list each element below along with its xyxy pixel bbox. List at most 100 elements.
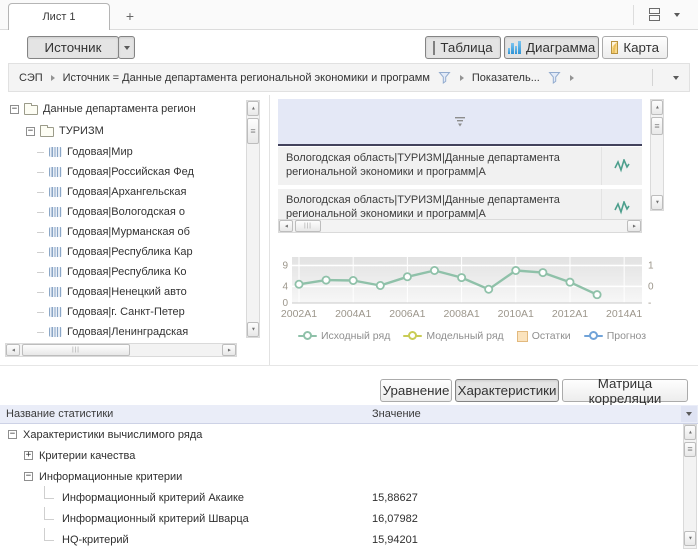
chevron-down-icon xyxy=(686,412,692,416)
tree-item[interactable]: Годовая|Вологодская о xyxy=(0,202,245,222)
tree-item-label: Годовая|г. Санкт-Петер xyxy=(67,306,185,318)
source-button[interactable]: Источник xyxy=(27,36,119,59)
scroll-left-button[interactable] xyxy=(6,344,20,356)
tree-vertical-scrollbar[interactable] xyxy=(246,100,260,338)
timeseries-icon xyxy=(49,227,62,237)
tree-item[interactable]: Годовая|Ленинградская xyxy=(0,322,245,340)
stats-row[interactable]: Информационный критерий Шварца 16,07982 xyxy=(0,508,680,529)
map-view-button[interactable]: Карта xyxy=(602,36,668,59)
tree-item[interactable]: Годовая|Мурманская об xyxy=(0,222,245,242)
stats-row-value: 16,07982 xyxy=(372,513,418,525)
breadcrumb-source-filter[interactable]: Источник = Данные департамента региональ… xyxy=(63,72,430,84)
tab-equation[interactable]: Уравнение xyxy=(380,379,452,402)
bar-chart-icon xyxy=(508,41,521,54)
new-sheet-button[interactable]: + xyxy=(118,5,142,27)
timeseries-chart[interactable]: 94010-2002A12004A12006A12008A12010A12012… xyxy=(274,250,670,324)
scroll-up-button[interactable] xyxy=(651,100,663,115)
table-view-button[interactable]: Таблица xyxy=(425,36,501,59)
tree-node-group[interactable]: ТУРИЗМ xyxy=(0,120,245,142)
series-row[interactable]: Вологодская область|ТУРИЗМ|Данные департ… xyxy=(278,147,642,185)
data-point xyxy=(566,279,573,286)
column-header-value[interactable]: Значение xyxy=(372,408,421,420)
scroll-right-button[interactable] xyxy=(627,220,641,232)
stats-vertical-scrollbar[interactable] xyxy=(683,424,697,549)
tab-correlation-matrix[interactable]: Матрица корреляции xyxy=(562,379,688,402)
timeseries-icon xyxy=(49,187,62,197)
tree-item[interactable]: Годовая|Ненецкий авто xyxy=(0,282,245,302)
legend-item[interactable]: Модельный ряд xyxy=(403,330,503,342)
filter-funnel-icon[interactable] xyxy=(438,71,452,84)
stats-row[interactable]: Критерии качества xyxy=(0,445,680,466)
collapse-icon[interactable] xyxy=(26,127,35,136)
stats-row[interactable]: HQ-критерий 15,94201 xyxy=(0,529,680,550)
collapse-icon[interactable] xyxy=(8,430,17,439)
tree-item[interactable]: Годовая|г. Санкт-Петер xyxy=(0,302,245,322)
data-point xyxy=(431,267,438,274)
data-point xyxy=(377,282,384,289)
stats-table-header: Название статистики Значение xyxy=(0,405,698,424)
legend-item[interactable]: Остатки xyxy=(517,330,571,342)
filter-funnel-icon[interactable] xyxy=(548,71,562,84)
scroll-down-button[interactable] xyxy=(651,195,663,210)
sheet-tab[interactable]: Лист 1 xyxy=(8,3,110,30)
scroll-down-button[interactable] xyxy=(247,322,259,337)
sparkline-icon xyxy=(614,201,630,215)
legend-item[interactable]: Исходный ряд xyxy=(298,330,390,342)
table-view-label: Таблица xyxy=(440,40,492,55)
stats-row[interactable]: Информационный критерий Акаике 15,88627 xyxy=(0,487,680,508)
breadcrumb-indicator-filter[interactable]: Показатель... xyxy=(472,72,540,84)
data-point xyxy=(485,286,492,293)
sheet-menu-dropdown-icon[interactable] xyxy=(674,13,680,17)
scroll-thumb[interactable] xyxy=(651,117,663,135)
tree-item-label: Годовая|Ненецкий авто xyxy=(67,286,187,298)
tree-horizontal-scrollbar[interactable] xyxy=(5,343,237,357)
x-axis-tick: 2006A1 xyxy=(389,308,425,320)
column-header-name[interactable]: Название статистики xyxy=(6,408,113,420)
scroll-thumb[interactable] xyxy=(684,442,696,457)
stats-row[interactable]: Характеристики вычислимого ряда xyxy=(0,424,680,445)
chart-view-button[interactable]: Диаграмма xyxy=(504,36,599,59)
stats-row[interactable]: Информационные критерии xyxy=(0,466,680,487)
tree-item[interactable]: Годовая|Республика Кар xyxy=(0,242,245,262)
chart-view-label: Диаграмма xyxy=(526,40,595,55)
chevron-down-icon xyxy=(124,46,130,50)
tab-characteristics[interactable]: Характеристики xyxy=(455,379,559,402)
column-filter-icon[interactable] xyxy=(454,116,466,127)
scroll-thumb[interactable] xyxy=(22,344,130,356)
sheet-layout-icon[interactable] xyxy=(648,8,661,22)
tree-item[interactable]: Годовая|Российская Фед xyxy=(0,162,245,182)
tree-connector xyxy=(44,528,54,541)
source-dropdown-button[interactable] xyxy=(118,36,135,59)
scroll-thumb[interactable] xyxy=(295,220,321,232)
series-vertical-scrollbar[interactable] xyxy=(650,99,664,211)
timeseries-icon xyxy=(49,267,62,277)
panel-splitter[interactable] xyxy=(269,95,270,365)
scroll-thumb[interactable] xyxy=(247,118,259,144)
series-table-header[interactable] xyxy=(278,99,642,144)
breadcrumb-root[interactable]: СЭП xyxy=(19,72,43,84)
tree-item[interactable]: Годовая|Мир xyxy=(0,142,245,162)
scroll-right-button[interactable] xyxy=(222,344,236,356)
tree-node-root[interactable]: Данные департамента регион xyxy=(0,98,245,120)
scroll-up-button[interactable] xyxy=(247,101,259,116)
legend-item[interactable]: Прогноз xyxy=(584,330,646,342)
expand-icon[interactable] xyxy=(24,451,33,460)
map-view-label: Карта xyxy=(623,40,659,55)
tree-item[interactable]: Годовая|Архангельская xyxy=(0,182,245,202)
scroll-down-button[interactable] xyxy=(684,531,696,546)
right-axis-tick: - xyxy=(648,298,651,309)
x-axis-tick: 2008A1 xyxy=(443,308,479,320)
collapse-icon[interactable] xyxy=(10,105,19,114)
sheet-tab-label: Лист 1 xyxy=(42,11,75,23)
timeseries-icon xyxy=(49,327,62,337)
chart-legend: Исходный ряд Модельный ряд Остатки Прогноз xyxy=(278,330,688,342)
header-dropdown-button[interactable] xyxy=(681,406,697,422)
table-icon xyxy=(433,41,435,55)
scroll-up-button[interactable] xyxy=(684,425,696,440)
tree-item-label: Годовая|Ленинградская xyxy=(67,326,188,338)
tree-item[interactable]: Годовая|Республика Ко xyxy=(0,262,245,282)
series-horizontal-scrollbar[interactable] xyxy=(278,219,642,233)
breadcrumb-dropdown-icon[interactable] xyxy=(673,76,679,80)
collapse-icon[interactable] xyxy=(24,472,33,481)
scroll-left-button[interactable] xyxy=(279,220,293,232)
